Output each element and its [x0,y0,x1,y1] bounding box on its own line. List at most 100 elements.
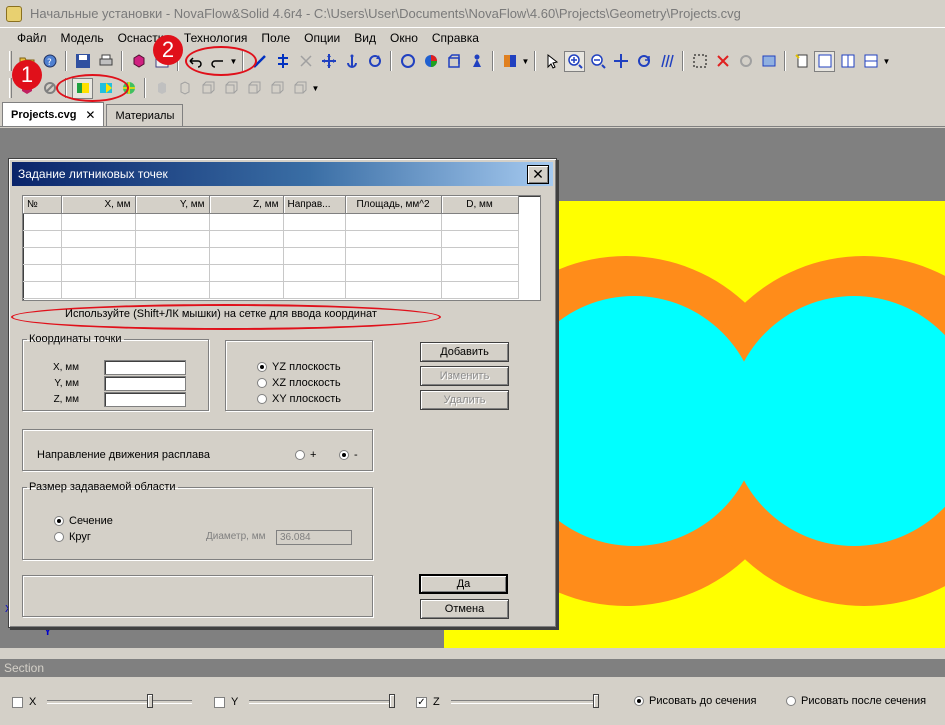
radio-circle[interactable]: Круг [54,531,91,543]
menu-model[interactable]: Модель [54,31,111,45]
new-icon[interactable] [791,51,812,72]
menu-field[interactable]: Поле [254,31,297,45]
diameter-input[interactable]: 36.084 [276,530,352,545]
x-input[interactable] [104,360,186,375]
col-diameter[interactable]: D, мм [441,196,519,214]
close-icon[interactable]: ✕ [85,108,95,122]
circle-icon[interactable] [397,51,418,72]
y-section-slider[interactable] [249,700,394,704]
tab-projects[interactable]: Projects.cvg ✕ [2,102,105,126]
x-checkbox-box[interactable] [12,696,23,708]
col-direction[interactable]: Направ... [283,196,346,214]
y-slider-thumb[interactable] [389,694,395,708]
save-icon[interactable] [72,51,93,72]
mirror-icon[interactable] [295,51,316,72]
model-icon[interactable] [128,51,149,72]
menu-technology[interactable]: Технология [177,31,255,45]
x-section-checkbox[interactable]: X [12,696,36,708]
material-icon[interactable] [499,51,520,72]
y-section-checkbox[interactable]: Y [214,696,238,708]
rotate-icon[interactable] [364,51,385,72]
col-x[interactable]: X, мм [61,196,136,214]
view-3d-icon[interactable] [656,51,677,72]
y-input[interactable] [104,376,186,391]
figure-icon[interactable] [466,51,487,72]
radio-xy-plane[interactable]: XY плоскость [257,393,341,405]
move-icon[interactable] [318,51,339,72]
cube-icon[interactable] [443,51,464,72]
x-section-slider[interactable] [47,700,192,704]
main-toolbar: ? ▼ ▼ ▼ [0,48,945,74]
layout-split-icon[interactable] [837,51,858,72]
toolbar-grip[interactable] [9,51,12,71]
layout-single-icon[interactable] [814,50,835,72]
ok-button[interactable]: Да [419,574,508,594]
anchor-icon[interactable] [341,51,362,72]
gating-point-icon[interactable] [272,51,293,72]
table-row[interactable] [23,213,519,231]
z-section-slider[interactable] [451,700,598,704]
z-slider-thumb[interactable] [593,694,599,708]
edit-button[interactable]: Изменить [420,366,509,386]
pan-icon[interactable] [610,51,631,72]
refresh-icon[interactable] [633,51,654,72]
z-checkbox-box[interactable]: ✓ [416,696,427,708]
radio-draw-before-label: Рисовать до сечения [649,695,757,707]
delete-button[interactable]: Удалить [420,390,509,410]
radio-circle-indicator[interactable] [54,532,64,542]
table-row[interactable] [23,230,519,248]
zoom-out-icon[interactable] [587,51,608,72]
radio-draw-before-indicator[interactable] [634,696,644,706]
close-icon[interactable]: ✕ [527,165,549,184]
menu-help[interactable]: Справка [425,31,486,45]
layout-rows-icon[interactable] [860,51,881,72]
radio-draw-after[interactable]: Рисовать после сечения [786,695,926,707]
radio-xz-indicator[interactable] [257,378,267,388]
col-y[interactable]: Y, мм [135,196,210,214]
radio-xz-plane[interactable]: XZ плоскость [257,377,341,389]
cancel-button[interactable]: Отмена [420,599,509,619]
chevron-down-icon[interactable]: ▼ [882,51,891,72]
display-icon[interactable] [758,51,779,72]
color-wheel-icon[interactable] [420,51,441,72]
chevron-down-icon[interactable]: ▼ [521,51,530,72]
radio-flow-minus[interactable]: - [339,449,358,461]
table-row[interactable] [23,281,519,299]
select-rect-icon[interactable] [689,51,710,72]
radio-yz-plane[interactable]: YZ плоскость [257,361,341,373]
zoom-in-icon[interactable] [564,50,585,72]
dialog-title-bar[interactable]: Задание литниковых точек ✕ [12,162,553,186]
col-z[interactable]: Z, мм [209,196,284,214]
chevron-down-icon[interactable]: ▼ [311,78,320,99]
radio-minus-indicator[interactable] [339,450,349,460]
help-icon[interactable]: ? [39,51,60,72]
z-section-checkbox[interactable]: ✓ Z [416,696,440,708]
tab-materials[interactable]: Материалы [106,104,184,126]
menu-view[interactable]: Вид [347,31,383,45]
radio-yz-indicator[interactable] [257,362,267,372]
col-number[interactable]: № [23,196,62,214]
z-input[interactable] [104,392,186,407]
radio-xy-indicator[interactable] [257,394,267,404]
menu-window[interactable]: Окно [383,31,425,45]
reset-icon[interactable] [735,51,756,72]
pointer-icon[interactable] [541,51,562,72]
radio-plus-indicator[interactable] [295,450,305,460]
radio-flow-plus[interactable]: + [295,449,316,461]
menu-options[interactable]: Опции [297,31,347,45]
radio-section-indicator[interactable] [54,516,64,526]
print-icon[interactable] [95,51,116,72]
col-area[interactable]: Площадь, мм^2 [345,196,442,214]
table-row[interactable] [23,264,519,282]
delete-select-icon[interactable] [712,51,733,72]
x-slider-thumb[interactable] [147,694,153,708]
toolbar-grip[interactable] [9,78,12,98]
radio-draw-before[interactable]: Рисовать до сечения [634,695,757,707]
table-row[interactable] [23,247,519,265]
radio-draw-after-indicator[interactable] [786,696,796,706]
y-checkbox-box[interactable] [214,696,225,708]
radio-section[interactable]: Сечение [54,515,113,527]
gating-points-table[interactable]: № X, мм Y, мм Z, мм Направ... Площадь, м… [22,195,541,301]
menu-file[interactable]: Файл [10,31,54,45]
add-button[interactable]: Добавить [420,342,509,362]
